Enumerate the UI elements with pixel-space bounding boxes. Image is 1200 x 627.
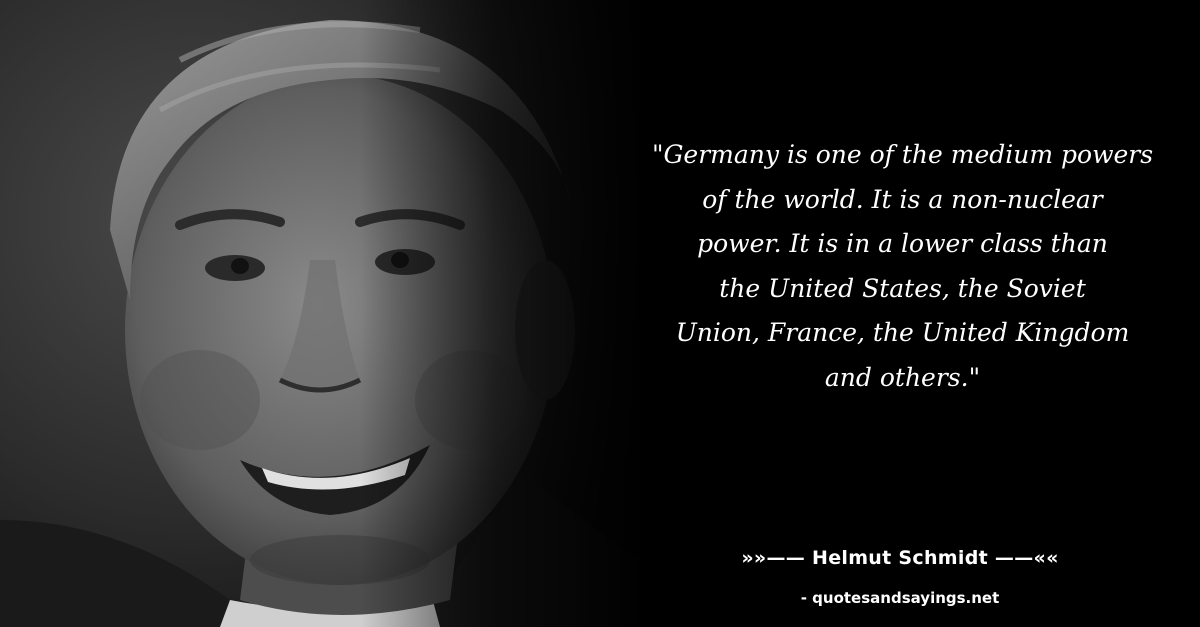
quote-line: and others."	[824, 362, 981, 392]
source-link[interactable]: - quotesandsayings.net	[700, 589, 1100, 607]
author-portrait	[0, 0, 640, 627]
quote-card: "Germany is one of the medium powers of …	[0, 0, 1200, 627]
quote-line: power. It is in a lower class than	[697, 229, 1108, 258]
author-name: »»—— Helmut Schmidt ——««	[741, 547, 1059, 569]
quote-text: "Germany is one of the medium powers of …	[630, 133, 1175, 400]
quote-line: of the world. It is a non-nuclear	[702, 184, 1103, 214]
quote-line: Union, France, the United Kingdom	[675, 318, 1130, 347]
quote-line: "Germany is one of the medium powers	[651, 140, 1154, 169]
quote-line: the United States, the Soviet	[719, 273, 1086, 303]
